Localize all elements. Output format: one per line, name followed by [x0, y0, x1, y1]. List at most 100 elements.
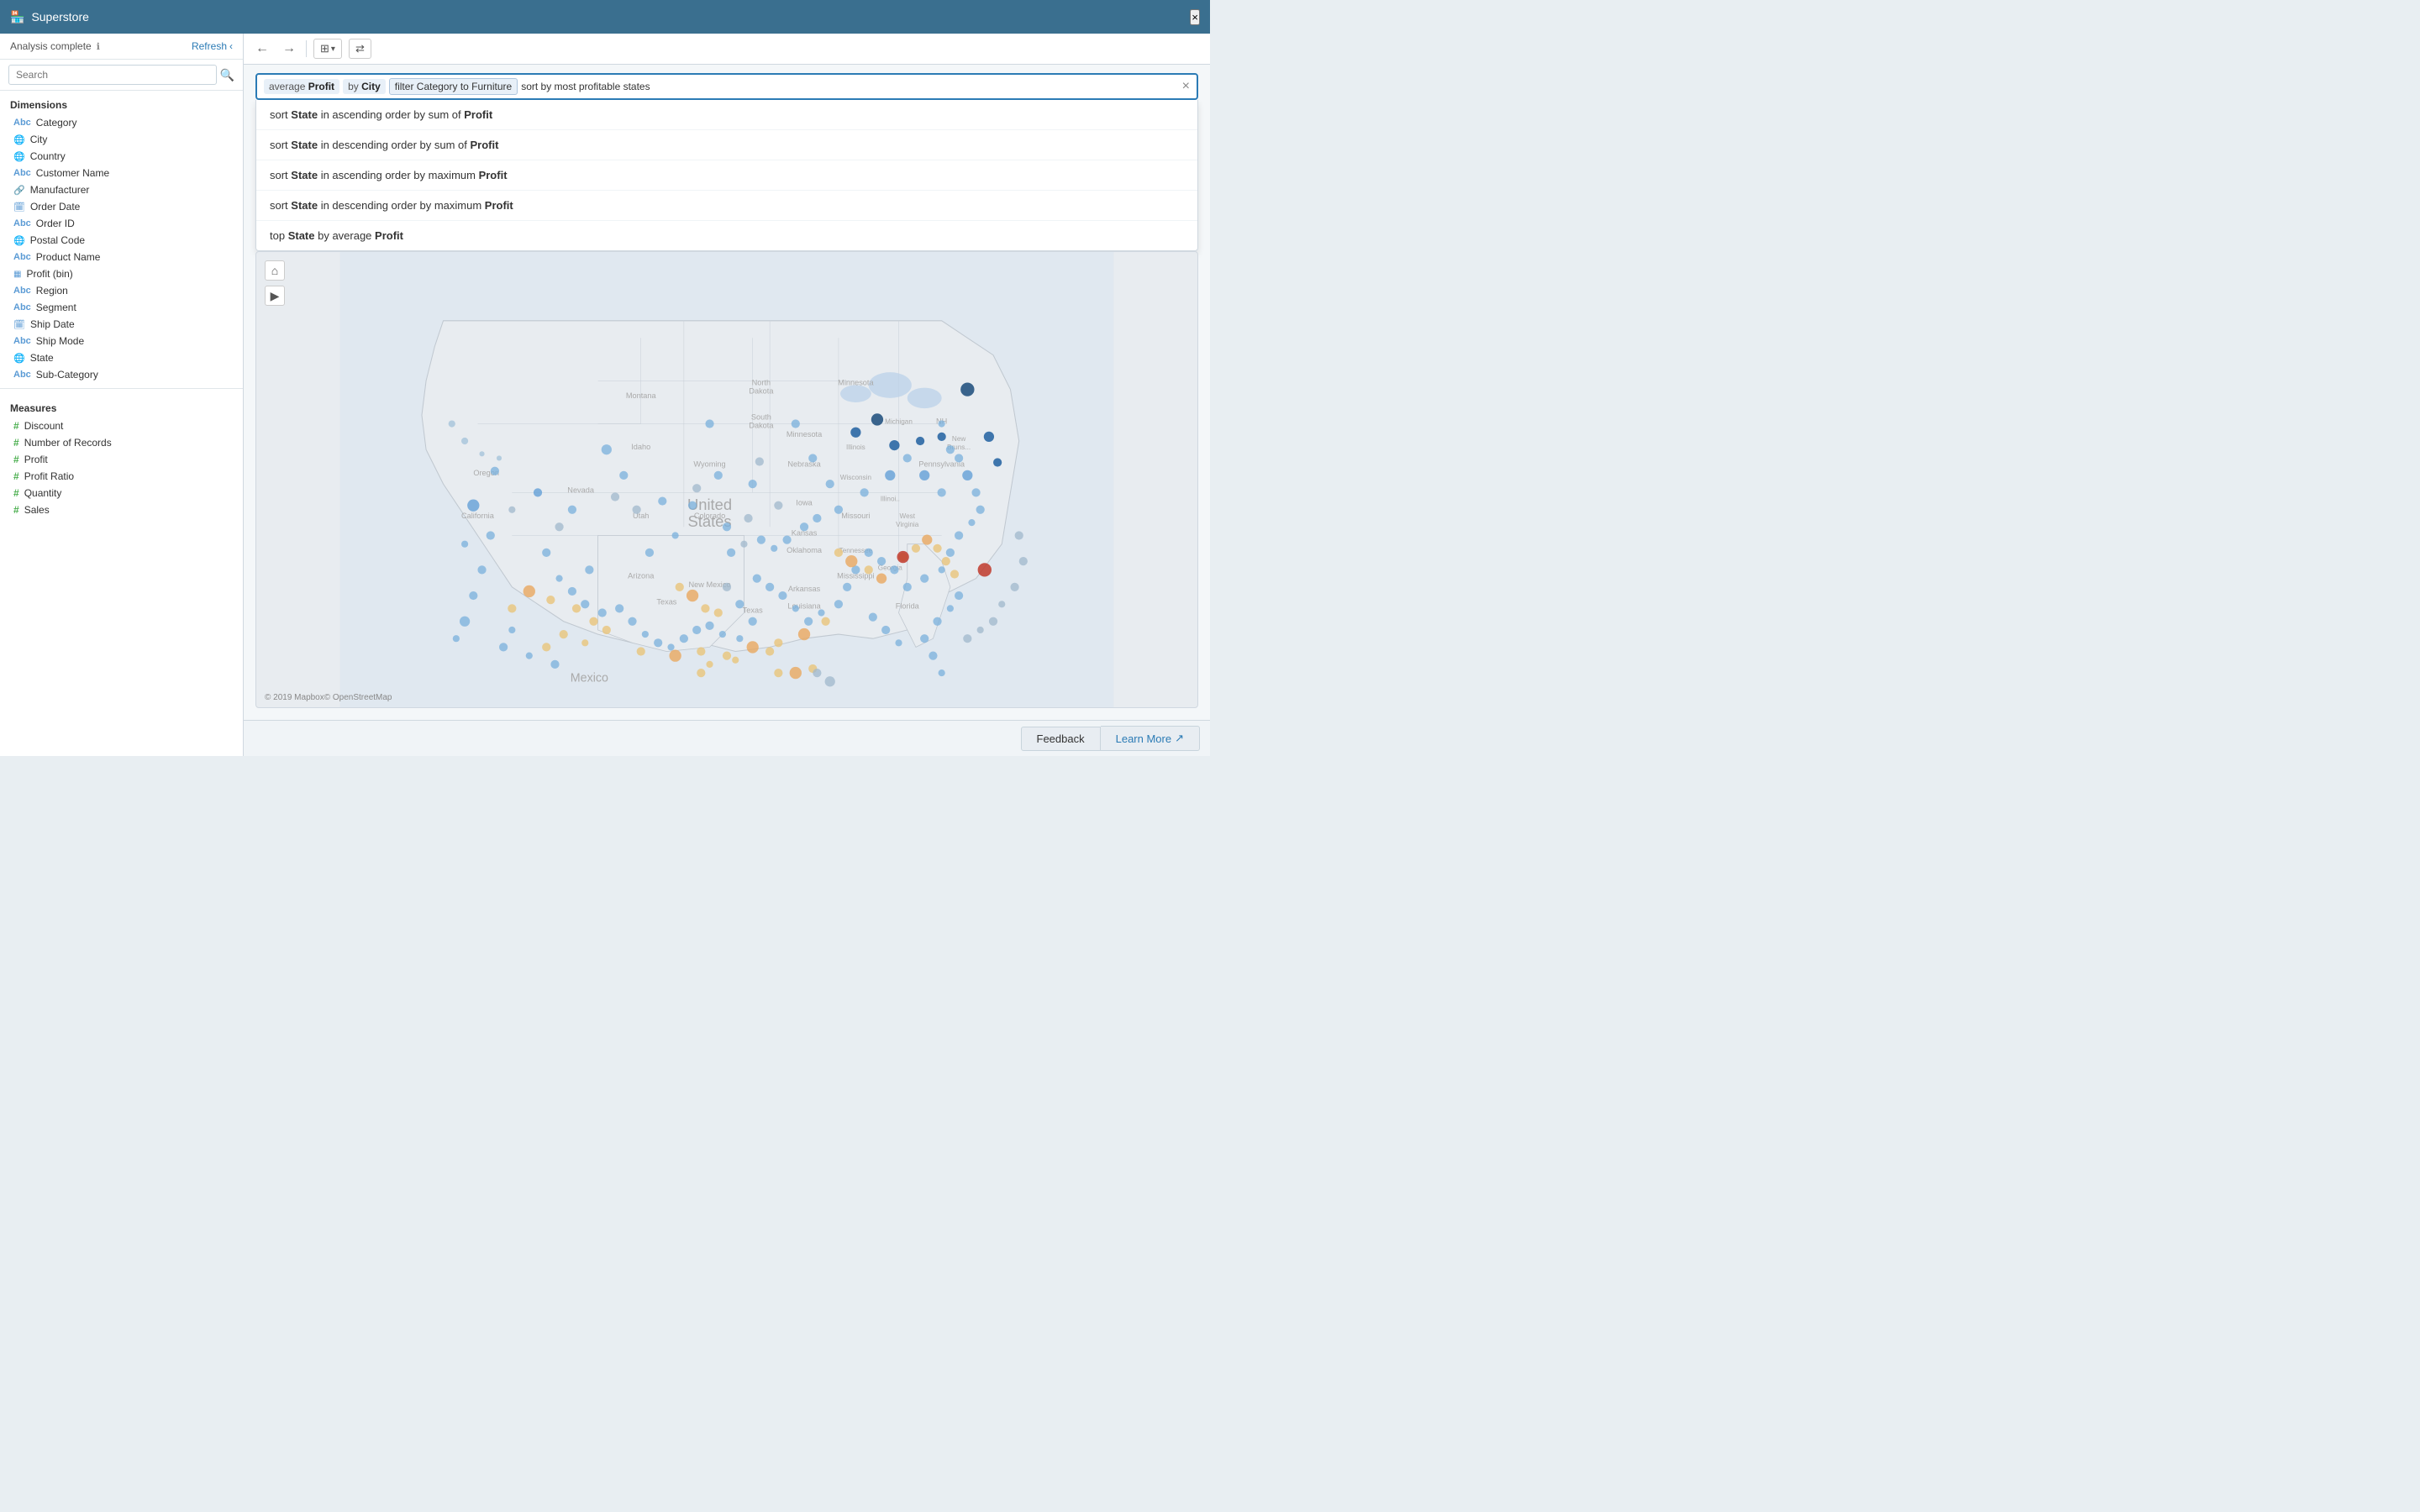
abc-icon: Abc	[13, 252, 31, 262]
sidebar-divider	[0, 388, 243, 389]
forward-button[interactable]: →	[279, 39, 299, 58]
refresh-button[interactable]: Refresh ‹	[192, 40, 233, 52]
field-name: State	[30, 352, 54, 364]
field-name: Quantity	[24, 487, 62, 499]
dimension-country[interactable]: 🌐 Country	[0, 148, 243, 165]
svg-text:Nebraska: Nebraska	[787, 460, 821, 469]
calendar-icon: 🗓	[13, 202, 25, 213]
feedback-button[interactable]: Feedback	[1021, 727, 1101, 751]
suggestion-item[interactable]: sort State in descending order by maximu…	[256, 191, 1197, 221]
query-bar-container: average Profit by City filter Category t…	[244, 65, 1210, 100]
svg-text:Texas: Texas	[743, 606, 763, 615]
field-name: Country	[30, 150, 66, 162]
suggestion-item[interactable]: sort State in ascending order by maximum…	[256, 160, 1197, 191]
suggestion-item[interactable]: sort State in descending order by sum of…	[256, 130, 1197, 160]
abc-icon: Abc	[13, 336, 31, 346]
learn-more-label: Learn More	[1116, 732, 1171, 745]
map-expand-button[interactable]: ▶	[265, 286, 285, 306]
abc-icon: Abc	[13, 370, 31, 380]
dimensions-label: Dimensions	[0, 91, 243, 114]
dimension-postal-code[interactable]: 🌐 Postal Code	[0, 232, 243, 249]
dimension-order-id[interactable]: Abc Order ID	[0, 215, 243, 232]
app-title: Superstore	[31, 10, 88, 24]
svg-text:Arizona: Arizona	[628, 572, 655, 580]
field-name: Segment	[36, 302, 76, 313]
refresh-label: Refresh	[192, 40, 227, 52]
field-name: Order ID	[36, 218, 75, 229]
svg-text:Minnesota: Minnesota	[838, 379, 874, 387]
dimension-customer-name[interactable]: Abc Customer Name	[0, 165, 243, 181]
map-home-button[interactable]: ⌂	[265, 260, 285, 281]
collapse-icon: ‹	[229, 40, 233, 52]
dimension-manufacturer[interactable]: 🔗 Manufacturer	[0, 181, 243, 198]
dimension-ship-date[interactable]: 🗓 Ship Date	[0, 316, 243, 333]
main-container: Analysis complete ℹ Refresh ‹ 🔍 Dimensio…	[0, 34, 1210, 756]
svg-text:Missouri: Missouri	[841, 512, 870, 520]
field-name: Category	[36, 117, 77, 129]
viz-icon: ⊞	[320, 42, 329, 55]
dimension-state[interactable]: 🌐 State	[0, 349, 243, 366]
field-name: Sub-Category	[36, 369, 98, 381]
svg-text:South: South	[751, 412, 771, 421]
globe-icon: 🌐	[13, 235, 25, 246]
search-container: 🔍	[0, 60, 243, 91]
query-chip-city: by City	[343, 79, 386, 94]
dimension-profit-bin[interactable]: ▦ Profit (bin)	[0, 265, 243, 282]
dimension-region[interactable]: Abc Region	[0, 282, 243, 299]
svg-text:Illinois: Illinois	[846, 444, 865, 451]
close-button[interactable]: ×	[1190, 9, 1200, 25]
abc-icon: Abc	[13, 302, 31, 312]
hash-icon: #	[13, 454, 19, 465]
dimension-order-date[interactable]: 🗓 Order Date	[0, 198, 243, 215]
dimension-category[interactable]: Abc Category	[0, 114, 243, 131]
back-button[interactable]: ←	[252, 39, 272, 58]
sidebar: Analysis complete ℹ Refresh ‹ 🔍 Dimensio…	[0, 34, 244, 756]
measure-discount[interactable]: # Discount	[0, 417, 243, 434]
query-clear-button[interactable]: ×	[1182, 79, 1190, 94]
svg-text:Minnesota: Minnesota	[786, 430, 823, 438]
dimension-segment[interactable]: Abc Segment	[0, 299, 243, 316]
field-name: Order Date	[30, 201, 80, 213]
dimension-sub-category[interactable]: Abc Sub-Category	[0, 366, 243, 383]
globe-icon: 🌐	[13, 353, 25, 364]
measure-quantity[interactable]: # Quantity	[0, 485, 243, 501]
svg-text:West: West	[900, 512, 916, 520]
info-icon[interactable]: ℹ	[97, 41, 100, 52]
field-name: Profit (bin)	[26, 268, 72, 280]
measure-sales[interactable]: # Sales	[0, 501, 243, 518]
external-link-icon: ↗	[1175, 732, 1184, 745]
abc-icon: Abc	[13, 118, 31, 128]
swap-button[interactable]: ⇄	[349, 39, 371, 59]
suggestion-item[interactable]: sort State in ascending order by sum of …	[256, 100, 1197, 130]
field-name: Product Name	[36, 251, 101, 263]
svg-text:Wisconsin: Wisconsin	[840, 474, 872, 481]
svg-text:Mexico: Mexico	[571, 671, 608, 685]
search-button[interactable]: 🔍	[220, 68, 234, 82]
svg-text:Oklahoma: Oklahoma	[786, 546, 823, 554]
field-name: Profit	[24, 454, 48, 465]
svg-text:California: California	[461, 512, 495, 520]
analysis-status: Analysis complete ℹ	[10, 40, 100, 52]
search-input[interactable]	[8, 65, 217, 85]
svg-text:Dakota: Dakota	[749, 387, 774, 396]
suggestion-item[interactable]: top State by average Profit	[256, 221, 1197, 250]
learn-more-button[interactable]: Learn More ↗	[1101, 726, 1200, 751]
query-chip-filter: filter Category to Furniture	[389, 78, 518, 95]
svg-text:Iowa: Iowa	[796, 499, 813, 507]
query-input[interactable]	[521, 81, 1178, 92]
title-bar: 🏪 Superstore ×	[0, 0, 1210, 34]
dimension-product-name[interactable]: Abc Product Name	[0, 249, 243, 265]
svg-text:Michigan: Michigan	[885, 418, 913, 426]
query-bar[interactable]: average Profit by City filter Category t…	[255, 73, 1198, 100]
measure-profit-ratio[interactable]: # Profit Ratio	[0, 468, 243, 485]
dimension-city[interactable]: 🌐 City	[0, 131, 243, 148]
dimension-ship-mode[interactable]: Abc Ship Mode	[0, 333, 243, 349]
svg-text:Nevada: Nevada	[567, 486, 595, 494]
field-name: Profit Ratio	[24, 470, 74, 482]
measures-label: Measures	[0, 394, 243, 417]
measure-number-of-records[interactable]: # Number of Records	[0, 434, 243, 451]
field-name: Ship Date	[30, 318, 75, 330]
viz-type-button[interactable]: ⊞ ▾	[313, 39, 342, 59]
svg-text:Montana: Montana	[626, 391, 657, 400]
measure-profit[interactable]: # Profit	[0, 451, 243, 468]
